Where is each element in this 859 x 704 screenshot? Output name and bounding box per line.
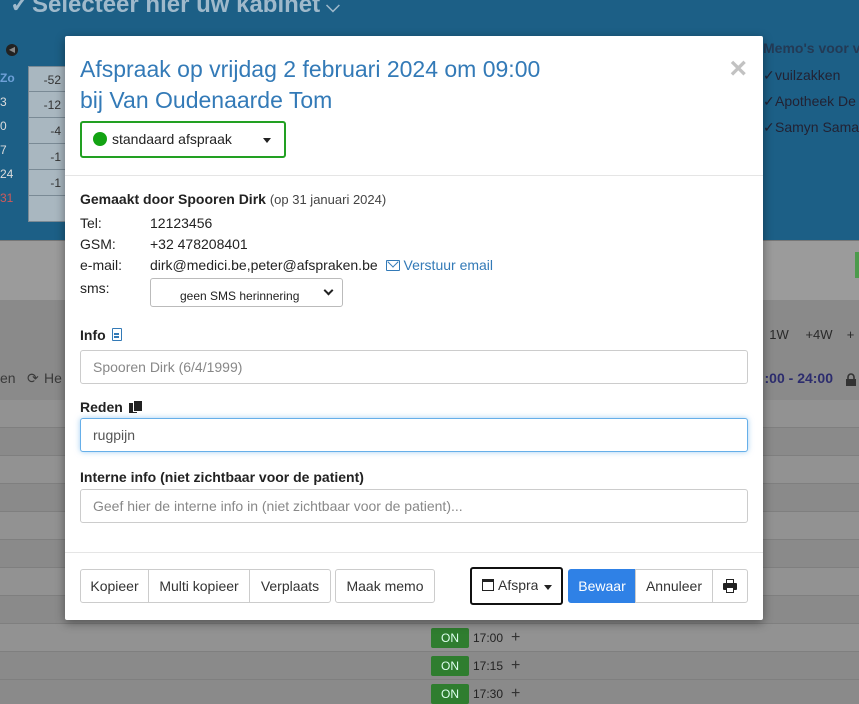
calendar-dropdown-button[interactable]: Afspraak bbox=[470, 567, 563, 605]
gsm-row: GSM: +32 478208401 bbox=[80, 236, 248, 252]
week-4-button[interactable]: +4W bbox=[798, 320, 840, 350]
cabinet-selector[interactable]: ✓Selecteer hier uw kabinet ⌵ bbox=[0, 0, 400, 26]
close-icon[interactable]: × bbox=[729, 54, 747, 84]
reden-label: Reden bbox=[80, 399, 748, 415]
grid-cell[interactable]: -52 bbox=[28, 66, 66, 92]
grid-cell[interactable]: -1 bbox=[28, 144, 66, 170]
move-button[interactable]: Verplaats bbox=[249, 569, 331, 603]
agenda-slot[interactable]: ON 17:00 + bbox=[431, 628, 520, 648]
modal-title: Afspraak op vrijdag 2 februari 2024 om 0… bbox=[80, 56, 541, 113]
chevron-down-icon bbox=[323, 285, 334, 296]
grid-cell[interactable]: -1 bbox=[28, 170, 66, 196]
cancel-button[interactable]: Annuleer bbox=[635, 569, 713, 603]
mini-calendar-grid: -52 -12 -4 -1 -1 bbox=[28, 66, 66, 222]
green-button-edge[interactable] bbox=[855, 252, 859, 278]
appointment-modal: Afspraak op vrijdag 2 februari 2024 om 0… bbox=[65, 36, 763, 620]
multi-copy-button[interactable]: Multi kopieer bbox=[148, 569, 250, 603]
memo-title: Memo's voor va bbox=[763, 40, 859, 56]
grid-cell[interactable]: -4 bbox=[28, 118, 66, 144]
agenda-slot[interactable]: ON 17:30 + bbox=[431, 684, 520, 704]
reden-input[interactable] bbox=[80, 418, 748, 452]
memo-item[interactable]: ✓Apotheek De bbox=[763, 88, 859, 114]
copy-icon[interactable] bbox=[128, 400, 143, 414]
week-more-button[interactable]: + bbox=[842, 320, 859, 350]
print-button[interactable] bbox=[712, 569, 748, 603]
memo-panel: Memo's voor va ✓vuilzakken ✓Apotheek De … bbox=[763, 40, 859, 140]
memo-item[interactable]: ✓Samyn Sama bbox=[763, 114, 859, 140]
add-icon[interactable]: + bbox=[511, 685, 520, 702]
appointment-type-select[interactable]: standaard afspraak bbox=[80, 121, 286, 158]
lock-icon[interactable] bbox=[845, 373, 857, 386]
modal-header: Afspraak op vrijdag 2 februari 2024 om 0… bbox=[65, 36, 763, 176]
add-icon[interactable]: + bbox=[511, 657, 520, 674]
mini-calendar-days: Zo 3 0 7 24 31 bbox=[0, 71, 15, 205]
check-icon: ✓ bbox=[763, 119, 775, 135]
grid-cell[interactable]: -12 bbox=[28, 92, 66, 118]
email-row: e-mail: dirk@medici.be,peter@afspraken.b… bbox=[80, 257, 494, 273]
internal-info-input[interactable] bbox=[80, 489, 748, 523]
send-email-link[interactable]: Verstuur email bbox=[385, 257, 493, 273]
slot-status-badge: ON bbox=[431, 656, 469, 676]
refresh-icon[interactable]: ⟳ bbox=[27, 370, 39, 387]
internal-info-label: Interne info (niet zichtbaar voor de pat… bbox=[80, 469, 364, 485]
check-icon: ✓ bbox=[763, 67, 775, 83]
print-icon bbox=[723, 579, 737, 593]
modal-body: Gemaakt door Spooren Dirk (op 31 januari… bbox=[80, 191, 748, 523]
chevron-down-icon: ⌵ bbox=[326, 0, 340, 16]
nav-prev-icon[interactable]: ◀ bbox=[6, 44, 18, 56]
modal-footer: Kopieer Multi kopieer Verplaats Maak mem… bbox=[65, 552, 763, 620]
slot-status-badge: ON bbox=[431, 684, 469, 704]
document-icon[interactable] bbox=[111, 328, 122, 341]
slot-status-badge: ON bbox=[431, 628, 469, 648]
save-button[interactable]: Bewaar bbox=[568, 569, 636, 603]
check-icon: ✓ bbox=[763, 93, 775, 109]
sms-row: sms: geen SMS herinnering bbox=[80, 278, 748, 307]
week-1-button[interactable]: 1W bbox=[762, 320, 796, 350]
make-memo-button[interactable]: Maak memo bbox=[335, 569, 435, 603]
agenda-slot[interactable]: ON 17:15 + bbox=[431, 656, 520, 676]
copy-button[interactable]: Kopieer bbox=[80, 569, 149, 603]
info-input[interactable] bbox=[80, 350, 748, 384]
status-dot-icon bbox=[93, 132, 107, 146]
tel-row: Tel: 12123456 bbox=[80, 215, 213, 231]
envelope-icon bbox=[385, 260, 400, 271]
caret-down-icon bbox=[263, 138, 271, 143]
calendar-icon bbox=[482, 579, 494, 591]
add-icon[interactable]: + bbox=[511, 629, 520, 646]
pencil-icon: ✓ bbox=[9, 0, 30, 18]
created-by: Gemaakt door Spooren Dirk (op 31 januari… bbox=[80, 191, 387, 207]
sms-reminder-select[interactable]: geen SMS herinnering bbox=[150, 278, 343, 307]
memo-item[interactable]: ✓vuilzakken bbox=[763, 62, 859, 88]
time-range: :00 - 24:00 bbox=[764, 370, 833, 386]
caret-down-icon bbox=[544, 585, 552, 590]
info-label: Info bbox=[80, 327, 748, 343]
grid-cell[interactable] bbox=[28, 196, 66, 222]
